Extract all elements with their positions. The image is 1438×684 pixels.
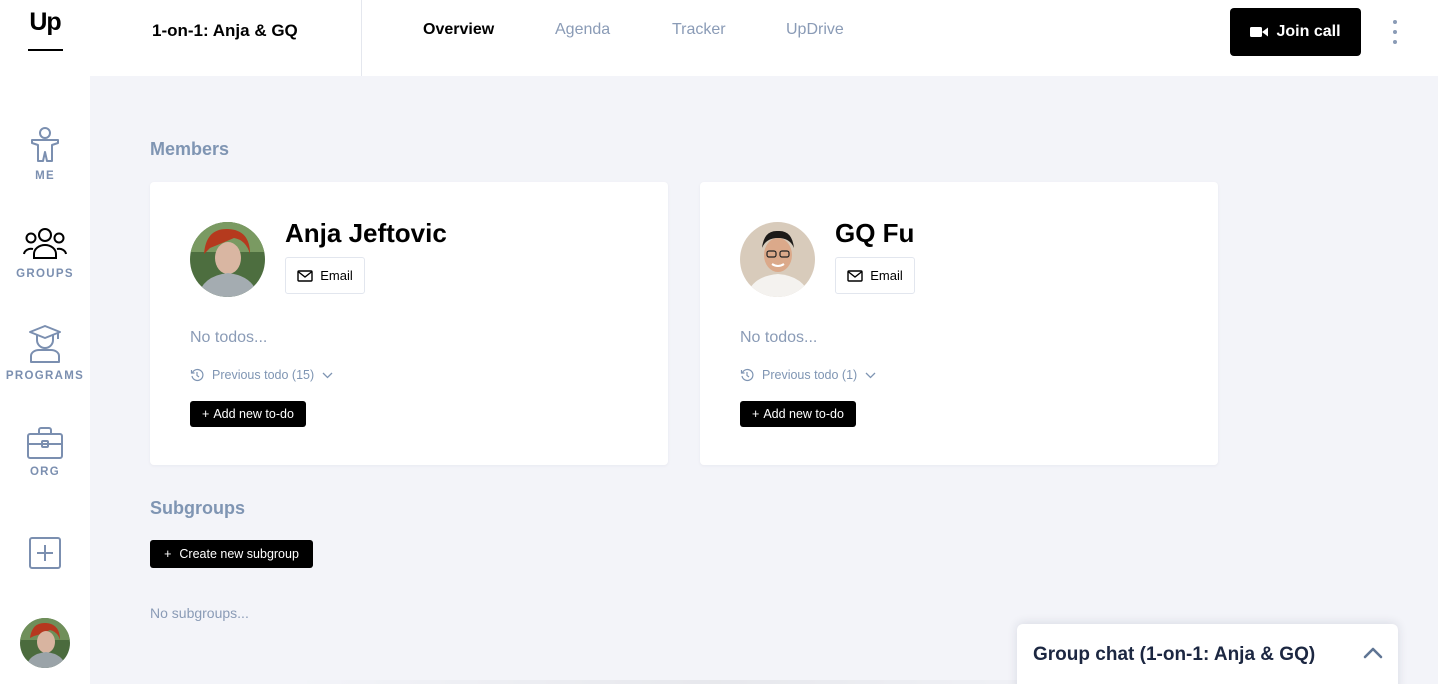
group-title: 1-on-1: Anja & GQ	[90, 0, 362, 76]
chevron-down-icon	[322, 372, 333, 378]
person-icon	[31, 127, 59, 162]
groups-icon	[23, 228, 67, 259]
member-card: Anja Jeftovic Email No todos... Previous…	[150, 182, 668, 465]
logo-underline	[28, 49, 63, 51]
more-options-icon[interactable]	[1388, 20, 1402, 44]
plus-icon: +	[164, 547, 172, 561]
history-icon	[190, 368, 204, 382]
plus-icon: +	[752, 407, 760, 421]
avatar-photo-icon	[190, 222, 265, 297]
no-subgroups-text: No subgroups...	[150, 605, 249, 621]
sidebar-item-org[interactable]: ORG	[0, 426, 90, 478]
group-chat-title: Group chat (1-on-1: Anja & GQ)	[1033, 644, 1316, 665]
add-todo-button[interactable]: + Add new to-do	[190, 401, 306, 427]
previous-todo-label: Previous todo (1)	[762, 368, 858, 382]
app-logo[interactable]: Up	[0, 8, 90, 37]
tab-agenda[interactable]: Agenda	[555, 21, 610, 39]
previous-todo-toggle[interactable]: Previous todo (15)	[190, 368, 333, 382]
tab-updrive[interactable]: UpDrive	[786, 21, 844, 39]
sidebar-item-label: PROGRAMS	[5, 370, 85, 382]
sidebar-item-groups[interactable]: GROUPS	[0, 226, 90, 280]
add-button[interactable]	[0, 536, 90, 570]
avatar-photo-icon	[20, 618, 70, 668]
envelope-icon	[847, 269, 863, 282]
sidebar-item-programs[interactable]: PROGRAMS	[0, 324, 90, 382]
plus-icon: +	[202, 407, 210, 421]
member-card: GQ Fu Email No todos... Previous todo (1…	[700, 182, 1218, 465]
tab-overview[interactable]: Overview	[423, 21, 494, 39]
envelope-icon	[297, 269, 313, 282]
sidebar-item-label: ORG	[29, 466, 61, 478]
graduate-icon	[29, 325, 61, 363]
members-section-title: Members	[150, 139, 230, 159]
previous-todo-toggle[interactable]: Previous todo (1)	[740, 368, 876, 382]
member-name: Anja Jeftovic	[285, 218, 447, 248]
member-avatar[interactable]	[740, 222, 815, 297]
plus-square-icon	[29, 537, 61, 569]
member-name: GQ Fu	[835, 218, 915, 248]
join-call-button[interactable]: Join call	[1230, 8, 1361, 56]
top-header: 1-on-1: Anja & GQ Overview Agenda Tracke…	[90, 0, 1438, 76]
add-todo-label: Add new to-do	[763, 407, 844, 421]
email-label: Email	[870, 268, 903, 283]
bottom-shadow	[290, 680, 1140, 684]
email-button[interactable]: Email	[285, 257, 365, 294]
email-label: Email	[320, 268, 353, 283]
video-camera-icon	[1250, 27, 1269, 37]
member-avatar[interactable]	[190, 222, 265, 297]
sidebar-item-label: GROUPS	[16, 268, 74, 280]
email-button[interactable]: Email	[835, 257, 915, 294]
create-subgroup-button[interactable]: + Create new subgroup	[150, 540, 313, 568]
previous-todo-label: Previous todo (15)	[212, 368, 315, 382]
group-chat-panel[interactable]: Group chat (1-on-1: Anja & GQ)	[1017, 624, 1398, 684]
no-todos-text: No todos...	[740, 329, 818, 346]
subgroups-section-title: Subgroups	[150, 498, 245, 518]
add-todo-button[interactable]: + Add new to-do	[740, 401, 856, 427]
add-todo-label: Add new to-do	[213, 407, 294, 421]
no-todos-text: No todos...	[190, 329, 268, 346]
user-avatar[interactable]	[20, 618, 70, 668]
chevron-down-icon	[865, 372, 876, 378]
avatar-photo-icon	[740, 222, 815, 297]
chevron-up-icon[interactable]	[1363, 646, 1383, 664]
sidebar-item-me[interactable]: ME	[0, 126, 90, 182]
create-subgroup-label: Create new subgroup	[179, 547, 299, 561]
briefcase-icon	[27, 427, 63, 459]
left-sidebar: Up ME GROUPS PROGRAMS ORG	[0, 0, 90, 684]
tab-tracker[interactable]: Tracker	[672, 21, 726, 39]
join-call-label: Join call	[1276, 23, 1341, 40]
history-icon	[740, 368, 754, 382]
sidebar-item-label: ME	[35, 170, 55, 182]
